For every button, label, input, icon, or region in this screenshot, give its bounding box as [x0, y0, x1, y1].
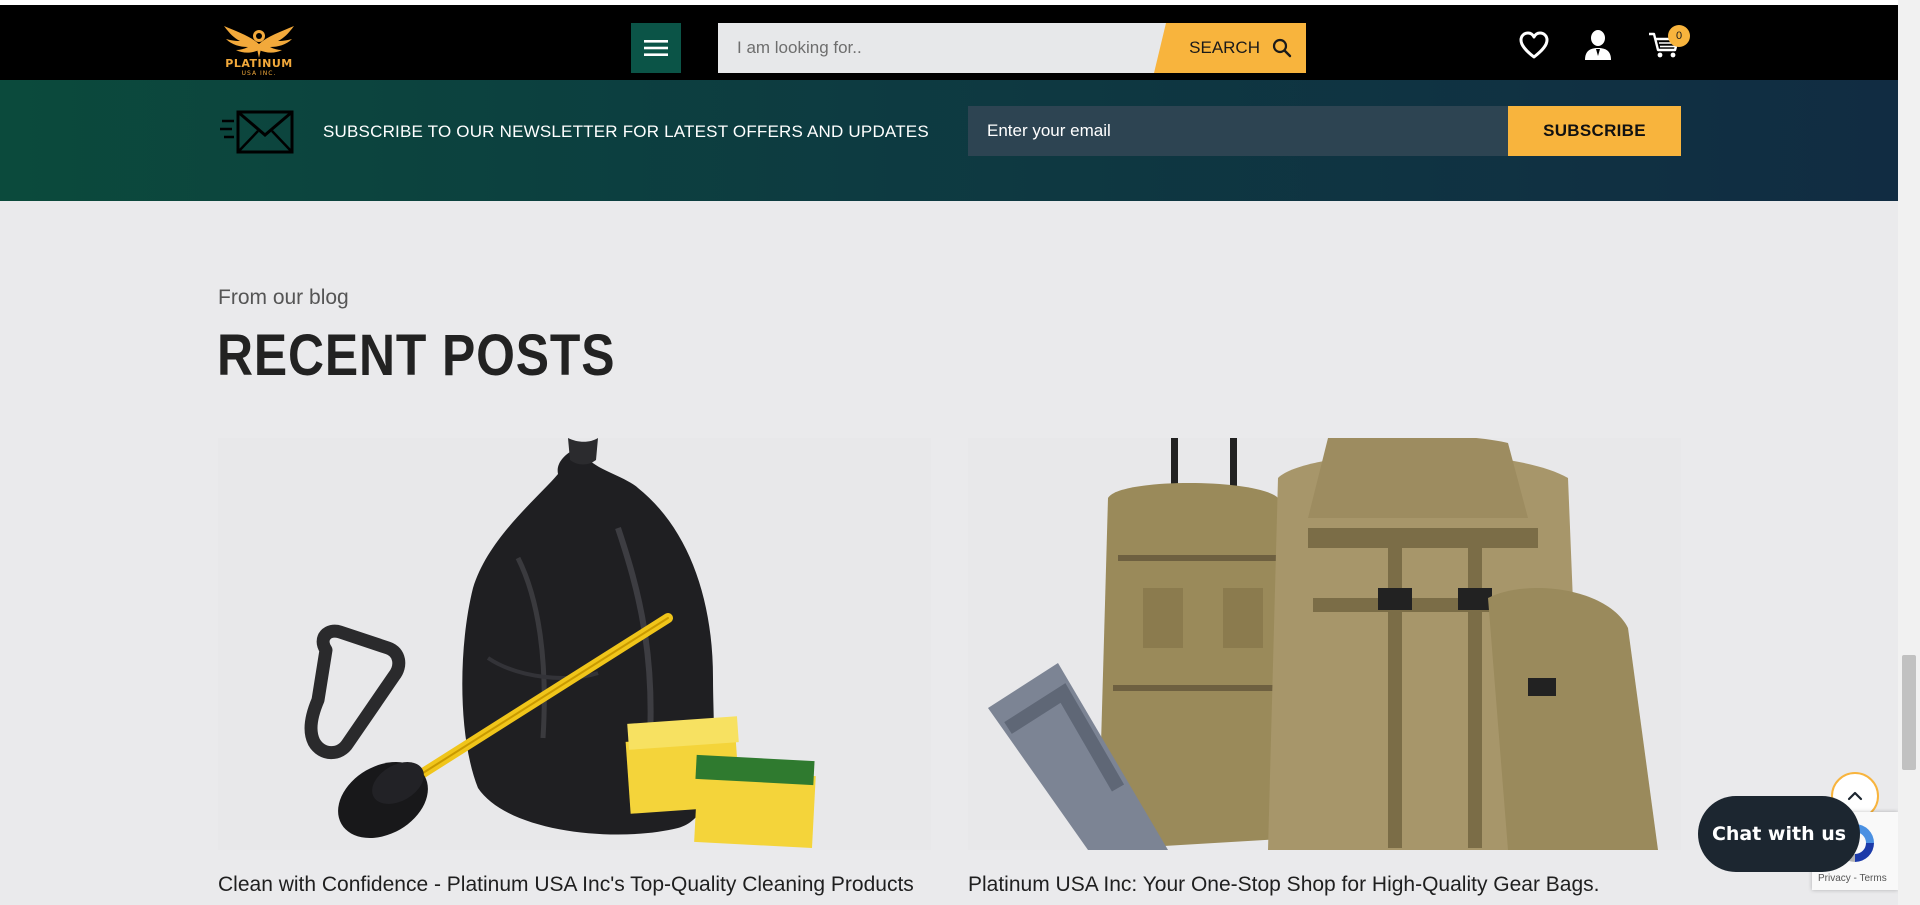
heart-icon	[1519, 31, 1549, 59]
chevron-up-icon	[1847, 791, 1863, 801]
newsletter-bar: SUBSCRIBE TO OUR NEWSLETTER FOR LATEST O…	[0, 80, 1898, 201]
chat-button[interactable]: Chat with us	[1698, 796, 1860, 872]
blog-post-card-2[interactable]	[968, 438, 1681, 850]
newsletter-email-input[interactable]	[968, 106, 1508, 156]
site-header: PLATINUM USA INC. SEARCH	[0, 5, 1898, 80]
recaptcha-terms[interactable]: Privacy - Terms	[1818, 873, 1887, 884]
cart-count-badge: 0	[1668, 25, 1690, 47]
subscribe-button[interactable]: SUBSCRIBE	[1508, 106, 1681, 156]
blog-post-title-2[interactable]: Platinum USA Inc: Your One-Stop Shop for…	[968, 873, 1600, 897]
scrollbar-thumb[interactable]	[1902, 655, 1916, 770]
blog-post-card-1[interactable]	[218, 438, 931, 850]
search-box: SEARCH	[718, 23, 1306, 73]
search-button[interactable]: SEARCH	[1154, 23, 1306, 73]
cleaning-products-image	[218, 438, 931, 850]
wishlist-button[interactable]	[1516, 27, 1552, 63]
envelope-icon	[220, 110, 294, 154]
newsletter-text: SUBSCRIBE TO OUR NEWSLETTER FOR LATEST O…	[323, 122, 929, 141]
blog-post-title-1[interactable]: Clean with Confidence - Platinum USA Inc…	[218, 873, 914, 897]
search-input[interactable]	[718, 23, 1178, 73]
search-button-label: SEARCH	[1189, 38, 1260, 57]
section-title: RECENT POSTS	[217, 323, 616, 388]
menu-icon	[644, 40, 668, 56]
user-icon	[1585, 30, 1611, 60]
logo-text: PLATINUM	[225, 57, 293, 70]
menu-button[interactable]	[631, 23, 681, 73]
search-icon	[1272, 38, 1292, 58]
page: PLATINUM USA INC. SEARCH	[0, 0, 1920, 905]
blog-kicker: From our blog	[218, 286, 349, 309]
gear-bags-image	[968, 438, 1681, 850]
logo-subtext: USA INC.	[241, 70, 277, 77]
scrollbar[interactable]	[1898, 0, 1920, 905]
account-button[interactable]	[1580, 27, 1616, 63]
